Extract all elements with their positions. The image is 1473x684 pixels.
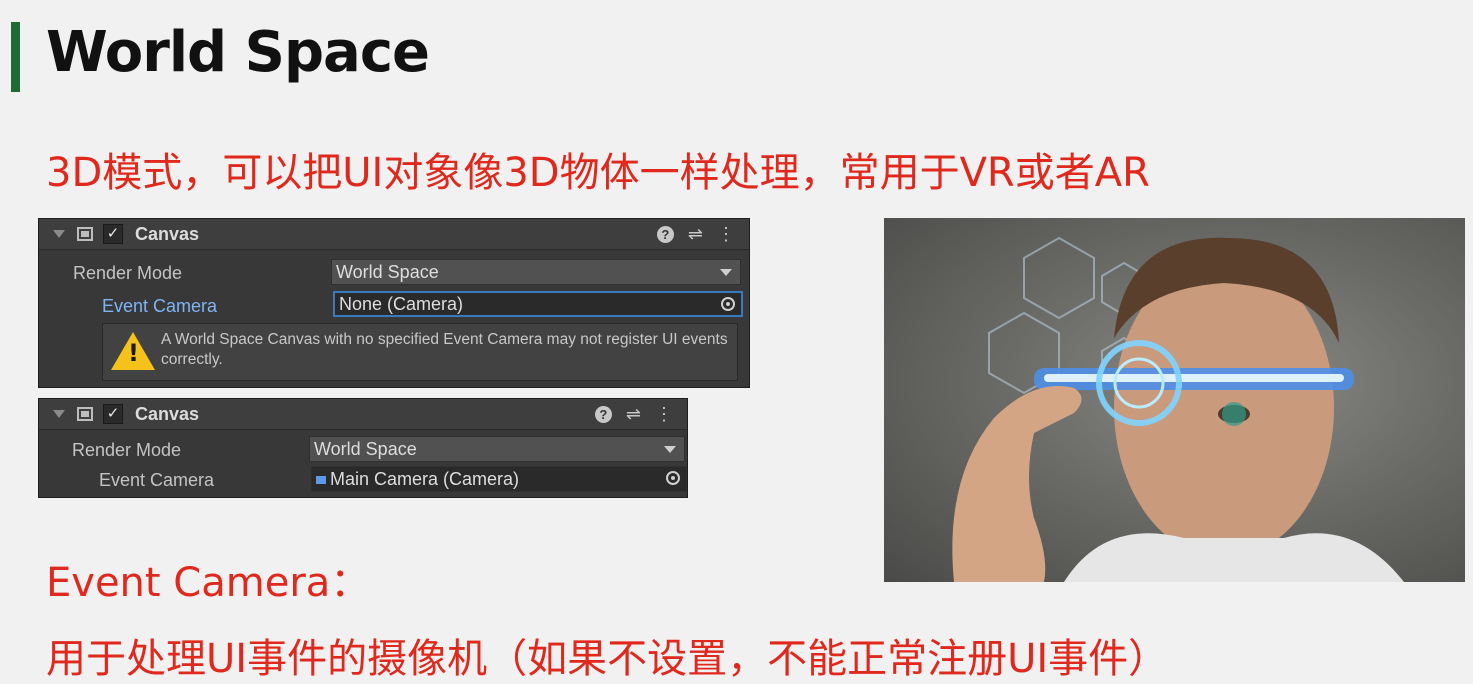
event-camera-label: Event Camera xyxy=(99,469,215,490)
component-name: Canvas xyxy=(135,223,200,244)
foldout-arrow-icon[interactable] xyxy=(53,230,65,238)
slide-subtitle: 3D模式，可以把UI对象像3D物体一样处理，常用于VR或者AR xyxy=(46,150,1150,196)
object-picker-icon[interactable] xyxy=(666,471,680,485)
vr-illustration xyxy=(952,236,1404,582)
component-enabled-checkbox[interactable]: ✓ xyxy=(103,224,123,244)
warning-icon-mark: ! xyxy=(128,339,139,367)
slide-title: World Space xyxy=(46,20,430,85)
event-camera-field[interactable]: Main Camera (Camera) xyxy=(311,466,687,492)
canvas-component-icon xyxy=(77,407,93,421)
chevron-down-icon xyxy=(720,269,732,276)
render-mode-label: Render Mode xyxy=(72,439,182,460)
more-options-icon[interactable]: ⋮ xyxy=(655,404,673,425)
render-mode-label: Render Mode xyxy=(73,262,183,283)
render-mode-value: World Space xyxy=(336,262,439,282)
title-accent-bar xyxy=(11,22,20,92)
event-camera-label: Event Camera xyxy=(102,295,218,316)
canvas-inspector-main-camera: ✓ Canvas ? ⇌ ⋮ Render Mode World Space E… xyxy=(38,398,688,498)
canvas-component-icon xyxy=(77,227,93,241)
component-enabled-checkbox[interactable]: ✓ xyxy=(103,404,123,424)
vr-headset-photo xyxy=(884,218,1465,582)
camera-icon xyxy=(316,476,326,485)
more-options-icon[interactable]: ⋮ xyxy=(717,224,735,245)
caption-body: 用于处理UI事件的摄像机（如果不设置，不能正常注册UI事件） xyxy=(46,636,1169,682)
caption-heading: Event Camera： xyxy=(46,560,371,606)
render-mode-dropdown[interactable]: World Space xyxy=(331,259,741,285)
event-camera-value: Main Camera (Camera) xyxy=(330,469,520,489)
object-picker-icon[interactable] xyxy=(721,297,735,311)
help-icon[interactable]: ? xyxy=(656,225,674,243)
canvas-inspector-no-camera: ✓ Canvas ? ⇌ ⋮ Render Mode World Space E… xyxy=(38,218,750,388)
help-icon[interactable]: ? xyxy=(594,405,612,423)
component-header[interactable]: ✓ Canvas ? ⇌ ⋮ xyxy=(39,219,749,250)
event-camera-value: None (Camera) xyxy=(339,294,464,314)
warning-text: A World Space Canvas with no specified E… xyxy=(161,331,728,368)
component-header[interactable]: ✓ Canvas ? ⇌ ⋮ xyxy=(39,399,687,430)
preset-settings-icon[interactable]: ⇌ xyxy=(626,404,641,425)
preset-settings-icon[interactable]: ⇌ xyxy=(688,224,703,245)
render-mode-value: World Space xyxy=(314,439,417,459)
chevron-down-icon xyxy=(664,446,676,453)
foldout-arrow-icon[interactable] xyxy=(53,410,65,418)
event-camera-field[interactable]: None (Camera) xyxy=(333,291,743,317)
warning-helpbox: ! A World Space Canvas with no specified… xyxy=(102,323,738,381)
render-mode-dropdown[interactable]: World Space xyxy=(309,436,685,462)
component-name: Canvas xyxy=(135,403,200,424)
